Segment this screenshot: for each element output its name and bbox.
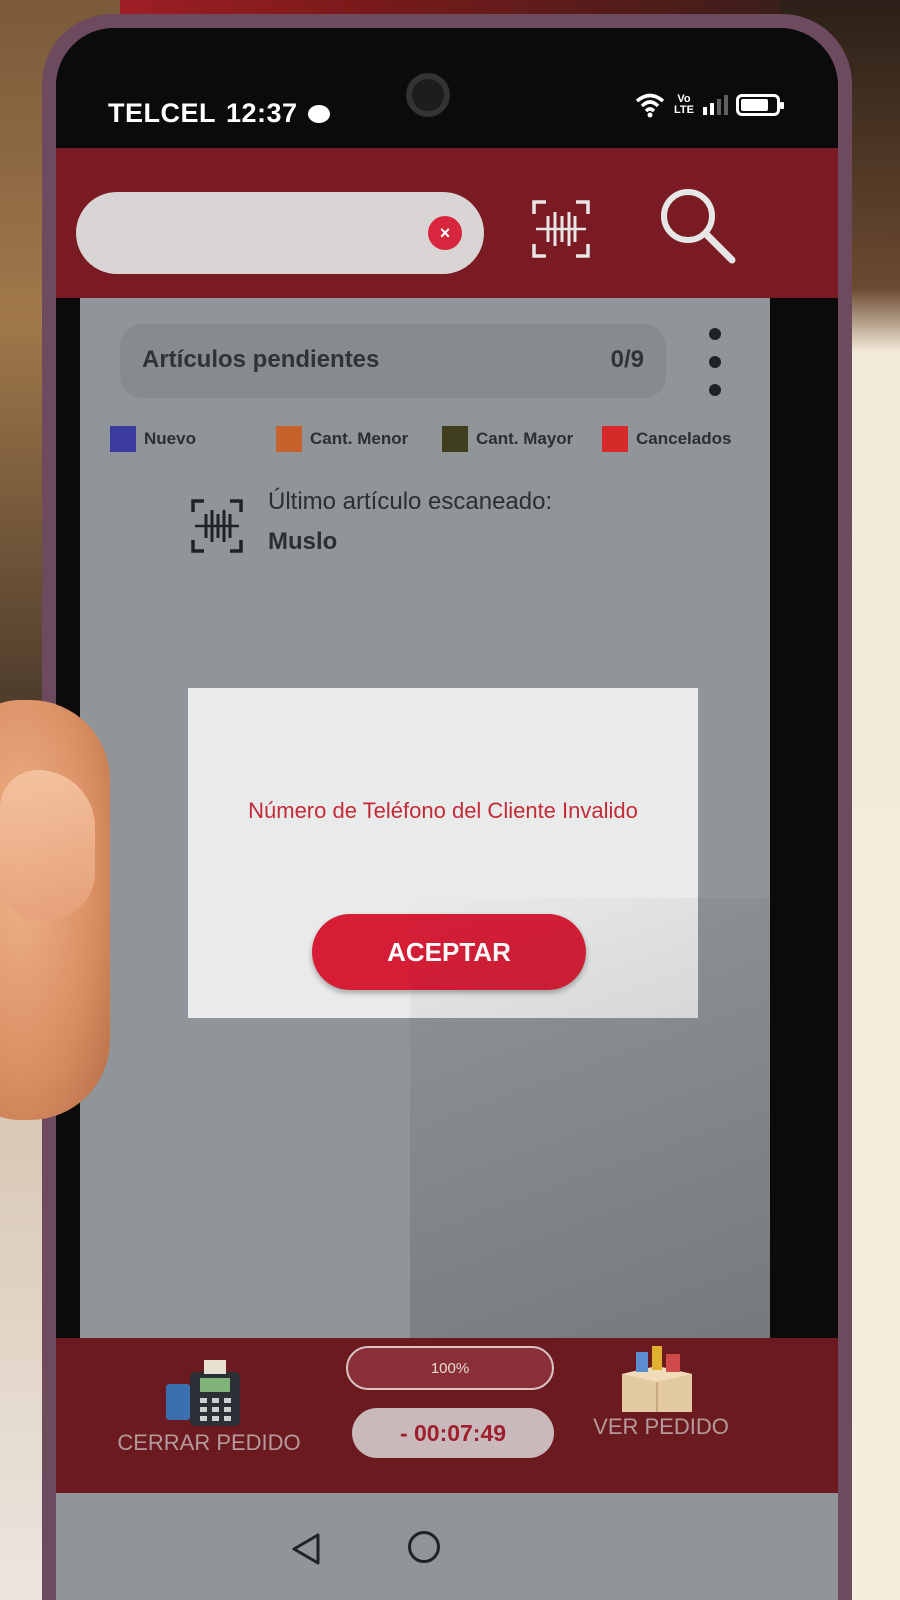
back-icon[interactable] xyxy=(286,1529,326,1569)
main-content: Artículos pendientes 0/9 Nuevo Cant. Men… xyxy=(80,298,770,1338)
kebab-dot xyxy=(709,384,721,396)
last-scanned-label: Último artículo escaneado: xyxy=(268,488,553,515)
front-camera xyxy=(406,73,450,117)
message-notification-icon xyxy=(307,104,330,123)
barcode-scan-button[interactable] xyxy=(530,198,592,260)
order-timer: - 00:07:49 xyxy=(352,1408,554,1458)
timer-text: - 00:07:49 xyxy=(399,1419,507,1446)
legend-item-cancelados: Cancelados xyxy=(602,426,731,452)
clock: 12:37 xyxy=(226,98,298,128)
kebab-dot xyxy=(709,328,721,340)
pending-items-title: Artículos pendientes xyxy=(142,346,380,373)
close-icon: × xyxy=(439,222,451,243)
volte-icon: Vo LTE xyxy=(674,93,694,116)
signal-icon xyxy=(703,95,728,115)
app-header: × xyxy=(56,148,838,298)
phone-frame: TELCEL 12:37 Vo LTE × Artículos pendient… xyxy=(42,14,852,1600)
dialog-message: Número de Teléfono del Cliente Invalido xyxy=(248,798,638,823)
view-order-label: VER PEDIDO xyxy=(593,1414,729,1439)
legend-label: Cancelados xyxy=(636,429,732,448)
pos-terminal-icon xyxy=(166,1360,240,1426)
alert-dialog: Número de Teléfono del Cliente Invalido … xyxy=(188,688,698,1018)
system-nav-bar xyxy=(56,1493,838,1600)
order-box-icon xyxy=(622,1346,692,1412)
last-scanned-item: Último artículo escaneado: Muslo xyxy=(190,488,710,578)
barcode-icon xyxy=(191,499,243,553)
progress-indicator: 100% xyxy=(346,1346,554,1390)
legend-label: Cant. Mayor xyxy=(476,429,574,448)
search-icon[interactable] xyxy=(656,184,738,266)
search-input[interactable] xyxy=(102,210,422,256)
status-right: Vo LTE xyxy=(635,92,784,118)
thumb-nail xyxy=(0,770,95,920)
pending-items-count: 0/9 xyxy=(610,346,644,373)
legend-swatch xyxy=(276,426,302,452)
legend-swatch xyxy=(442,426,468,452)
last-scanned-value: Muslo xyxy=(268,528,338,555)
phone-screen: TELCEL 12:37 Vo LTE × Artículos pendient… xyxy=(56,28,838,1600)
legend-item-nuevo: Nuevo xyxy=(110,426,196,452)
more-options-button[interactable] xyxy=(700,322,730,402)
home-icon[interactable] xyxy=(408,1531,440,1563)
status-left: TELCEL 12:37 xyxy=(108,98,330,129)
pending-items-bar[interactable]: Artículos pendientes 0/9 xyxy=(120,324,666,398)
close-order-label: CERRAR PEDIDO xyxy=(117,1430,301,1455)
status-legend: Nuevo Cant. Menor Cant. Mayor Cancelados xyxy=(110,426,760,466)
search-box: × xyxy=(76,192,484,274)
accept-button[interactable]: ACEPTAR xyxy=(312,914,586,990)
view-order-button[interactable]: VER PEDIDO xyxy=(576,1338,746,1478)
close-order-button[interactable]: CERRAR PEDIDO xyxy=(104,1338,314,1478)
carrier-name: TELCEL xyxy=(108,98,216,128)
legend-swatch xyxy=(602,426,628,452)
battery-icon xyxy=(736,94,784,116)
progress-text: 100% xyxy=(430,1359,470,1377)
status-bar: TELCEL 12:37 Vo LTE xyxy=(56,28,838,148)
legend-swatch xyxy=(110,426,136,452)
legend-item-cant-menor: Cant. Menor xyxy=(276,426,408,452)
legend-item-cant-mayor: Cant. Mayor xyxy=(442,426,573,452)
legend-label: Cant. Menor xyxy=(310,429,409,448)
legend-label: Nuevo xyxy=(144,429,196,448)
clear-search-button[interactable]: × xyxy=(428,216,462,250)
wifi-icon xyxy=(635,93,665,118)
kebab-dot xyxy=(709,356,721,368)
